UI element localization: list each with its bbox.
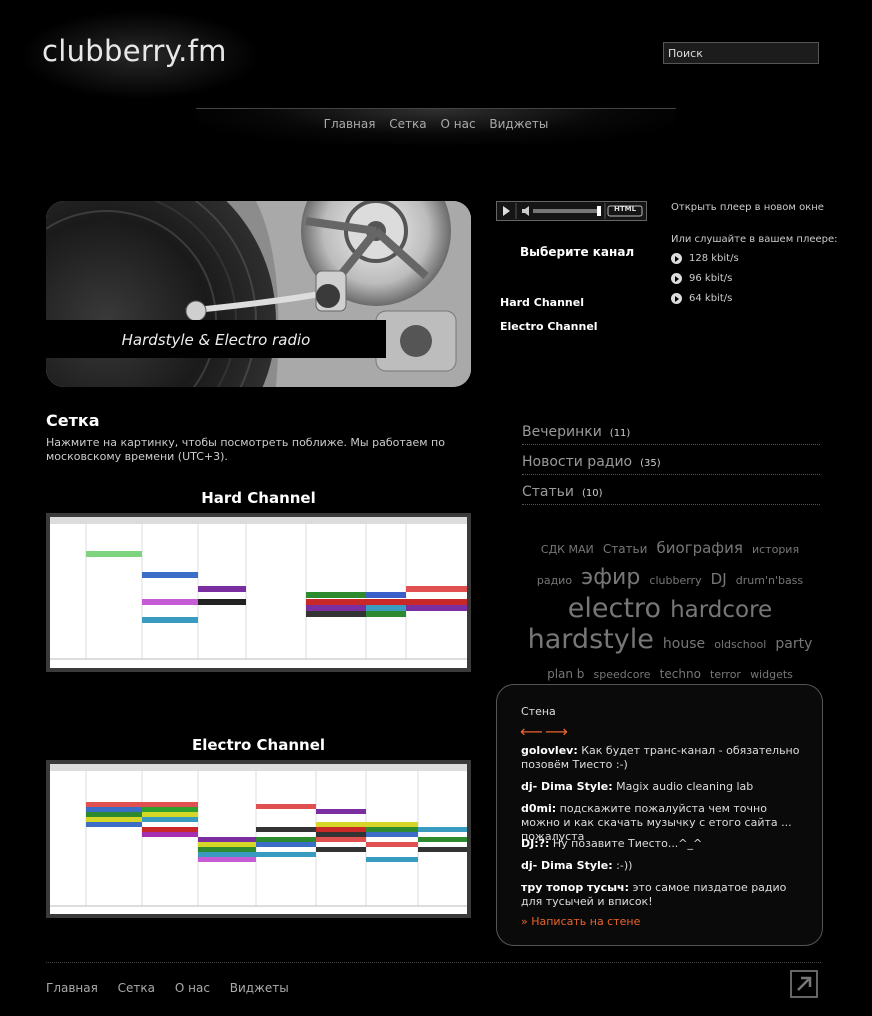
schedule-title: Сетка xyxy=(46,411,100,430)
tag-link[interactable]: история xyxy=(752,543,799,556)
tag-link[interactable]: oldschool xyxy=(714,638,766,651)
schedule-description: Нажмите на картинку, чтобы посмотреть по… xyxy=(46,436,445,463)
hero-caption: Hardstyle & Electro radio xyxy=(46,320,386,358)
footer-nav-home[interactable]: Главная xyxy=(46,981,98,995)
listen-in-player-label: Или слушайте в вашем плеере: xyxy=(671,234,838,245)
write-on-wall-link[interactable]: » Написать на стене xyxy=(521,915,640,928)
category-count: (11) xyxy=(609,428,631,439)
category-radio-news[interactable]: Новости радио (35) xyxy=(522,454,820,475)
tag-link[interactable]: hardcore xyxy=(670,597,772,623)
tag-link[interactable]: electro xyxy=(568,593,661,624)
footer-nav-widgets[interactable]: Виджеты xyxy=(230,981,289,995)
play-circle-icon xyxy=(671,253,682,264)
wall-post: DJ:?: Ну позавите Тиесто...^_^ xyxy=(521,837,806,851)
tag-link[interactable]: Статьи xyxy=(603,542,648,556)
wall-post: тру топор тусыч: это самое пиздатое ради… xyxy=(521,881,806,909)
site-logo[interactable]: clubberry.fm xyxy=(42,34,227,68)
bitrate-128[interactable]: 128 kbit/s xyxy=(671,253,739,264)
tag-link[interactable]: drum'n'bass xyxy=(736,574,803,587)
category-label: Статьи xyxy=(522,484,575,500)
play-circle-icon xyxy=(671,273,682,284)
tag-link[interactable]: эфир xyxy=(581,565,640,590)
electro-schedule-grid xyxy=(50,764,467,907)
post-text: Magix audio cleaning lab xyxy=(612,780,754,793)
footer-nav: Главная Сетка О нас Виджеты xyxy=(46,981,305,995)
tag-link[interactable]: радио xyxy=(537,574,572,587)
tag-link[interactable]: party xyxy=(775,636,812,652)
tag-link[interactable]: clubberry xyxy=(649,574,701,587)
category-count: (10) xyxy=(582,488,603,499)
category-articles[interactable]: Статьи (10) xyxy=(522,484,820,505)
nav-schedule[interactable]: Сетка xyxy=(389,117,426,131)
hard-schedule-grid xyxy=(50,517,467,660)
category-label: Новости радио xyxy=(522,454,633,470)
bitrate-label: 96 kbit/s xyxy=(689,273,733,284)
wall-post: dj- Dima Style: :-)) xyxy=(521,859,806,873)
bitrate-64[interactable]: 64 kbit/s xyxy=(671,293,732,304)
post-author[interactable]: d0mi: xyxy=(521,802,556,815)
wall-post: golovlev: Как будет транс-канал - обязат… xyxy=(521,744,806,772)
turntable-illustration xyxy=(46,201,471,387)
footer-nav-about[interactable]: О нас xyxy=(175,981,210,995)
electro-channel-title: Electro Channel xyxy=(191,736,326,754)
hard-schedule-image[interactable] xyxy=(46,513,471,672)
wall-nav-arrows[interactable]: ⟵⟶ xyxy=(520,722,570,741)
tag-link[interactable]: биография xyxy=(657,539,743,557)
bitrate-label: 64 kbit/s xyxy=(689,293,733,304)
nav-home[interactable]: Главная xyxy=(324,117,376,131)
post-author[interactable]: golovlev: xyxy=(521,744,578,757)
post-author[interactable]: DJ:?: xyxy=(521,837,549,850)
choose-channel-label: Выберите канал xyxy=(520,245,635,259)
category-parties[interactable]: Вечеринки (11) xyxy=(522,424,820,445)
top-nav: Главная Сетка О нас Виджеты xyxy=(0,117,872,131)
external-link-icon[interactable] xyxy=(790,970,818,998)
category-label: Вечеринки xyxy=(522,424,602,440)
nav-about[interactable]: О нас xyxy=(440,117,475,131)
electro-schedule-image[interactable] xyxy=(46,760,471,918)
html-embed-label[interactable]: HTML xyxy=(614,205,636,213)
footer-nav-schedule[interactable]: Сетка xyxy=(118,981,155,995)
tag-link[interactable]: DJ xyxy=(711,570,727,588)
post-author[interactable]: dj- Dima Style: xyxy=(521,859,613,872)
tag-cloud: СДК МАИ Статьи биография история радио э… xyxy=(520,534,820,689)
bitrate-96[interactable]: 96 kbit/s xyxy=(671,273,732,284)
channel-electro[interactable]: Electro Channel xyxy=(500,320,598,333)
post-text: Ну позавите Тиесто...^_^ xyxy=(549,837,703,850)
hero-turntable-image xyxy=(46,201,471,387)
wall-post: dj- Dima Style: Magix audio cleaning lab xyxy=(521,780,806,794)
post-author[interactable]: dj- Dima Style: xyxy=(521,780,613,793)
tag-link[interactable]: plan b xyxy=(547,667,584,681)
tag-link[interactable]: techno xyxy=(660,667,701,681)
tag-link[interactable]: hardstyle xyxy=(528,624,654,655)
channel-hard[interactable]: Hard Channel xyxy=(500,296,584,309)
wall-title: Стена xyxy=(521,705,556,718)
tag-link[interactable]: house xyxy=(663,636,705,652)
hard-channel-title: Hard Channel xyxy=(201,489,316,507)
nav-widgets[interactable]: Виджеты xyxy=(489,117,548,131)
post-text: :-)) xyxy=(612,859,633,872)
search-input[interactable] xyxy=(663,42,819,64)
tag-link[interactable]: speedcore xyxy=(594,668,651,681)
category-count: (35) xyxy=(640,458,661,469)
footer-divider xyxy=(46,962,821,963)
tag-link[interactable]: terror xyxy=(710,668,741,681)
post-author[interactable]: тру топор тусыч: xyxy=(521,881,629,894)
tag-link[interactable]: widgets xyxy=(750,668,793,681)
play-circle-icon xyxy=(671,293,682,304)
tag-link[interactable]: СДК МАИ xyxy=(541,543,594,556)
open-player-link[interactable]: Открыть плеер в новом окне xyxy=(671,202,824,213)
bitrate-label: 128 kbit/s xyxy=(689,253,739,264)
